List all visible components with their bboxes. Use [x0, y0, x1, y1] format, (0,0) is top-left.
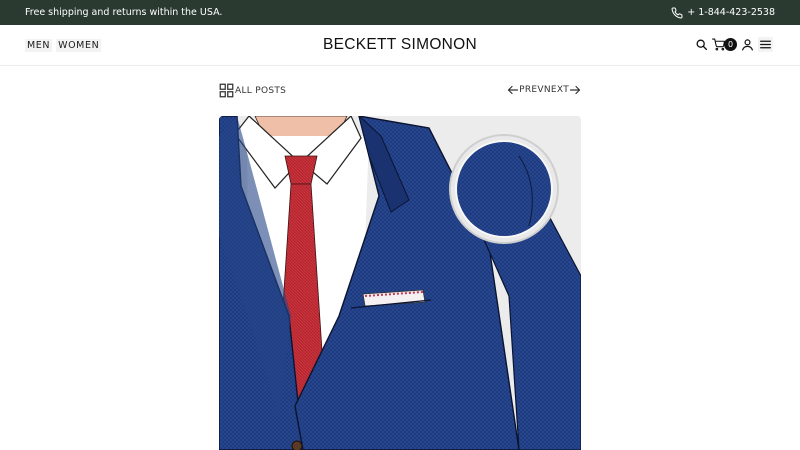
hero-illustration — [219, 116, 581, 450]
post-navigation: ALL POSTS PREV NEXT — [219, 83, 581, 99]
menu-button[interactable] — [758, 37, 773, 52]
prev-link[interactable]: PREV — [519, 85, 544, 95]
grid-icon — [219, 83, 234, 98]
menu-icon — [760, 40, 771, 49]
brand-logo[interactable]: BECKETT SIMONON — [0, 36, 800, 54]
header-icons: 0 — [695, 37, 773, 52]
arrow-right-icon[interactable] — [569, 84, 581, 96]
site-header: MEN WOMEN BECKETT SIMONON 0 — [0, 25, 800, 66]
announcement-bar: Free shipping and returns within the USA… — [0, 0, 800, 25]
all-posts-link[interactable]: ALL POSTS — [219, 83, 286, 98]
account-icon[interactable] — [741, 38, 754, 51]
phone-number: + 1-844-423-2538 — [687, 7, 775, 18]
search-icon[interactable] — [695, 38, 708, 51]
phone-link[interactable]: + 1-844-423-2538 — [671, 6, 775, 19]
suit-illustration — [219, 116, 581, 450]
phone-icon — [671, 6, 683, 18]
announcement-text: Free shipping and returns within the USA… — [25, 7, 223, 18]
prev-next-links: PREV NEXT — [507, 84, 581, 96]
cart-button[interactable]: 0 — [712, 38, 737, 51]
next-link[interactable]: NEXT — [544, 85, 569, 95]
cart-count-badge: 0 — [724, 38, 737, 51]
arrow-left-icon[interactable] — [507, 84, 519, 96]
all-posts-label: ALL POSTS — [235, 85, 287, 96]
